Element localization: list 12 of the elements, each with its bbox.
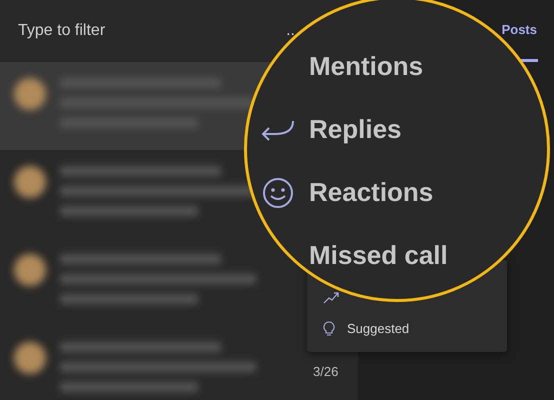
reply-icon: [261, 118, 295, 140]
magnified-menu-item[interactable]: Reactions: [309, 177, 434, 208]
magnified-menu-item[interactable]: Replies: [309, 114, 402, 145]
filter-field[interactable]: Type to filter: [18, 22, 136, 40]
more-button[interactable]: ..: [285, 22, 296, 40]
magnified-menu-item[interactable]: Mentions: [309, 51, 424, 82]
smiley-icon: [262, 176, 294, 208]
trending-icon[interactable]: [323, 292, 339, 304]
magnified-menu-item[interactable]: Missed call: [309, 240, 448, 271]
menu-item[interactable]: Suggested: [347, 321, 410, 336]
lightbulb-icon: [323, 320, 335, 336]
message-date: 3/26: [313, 364, 338, 379]
